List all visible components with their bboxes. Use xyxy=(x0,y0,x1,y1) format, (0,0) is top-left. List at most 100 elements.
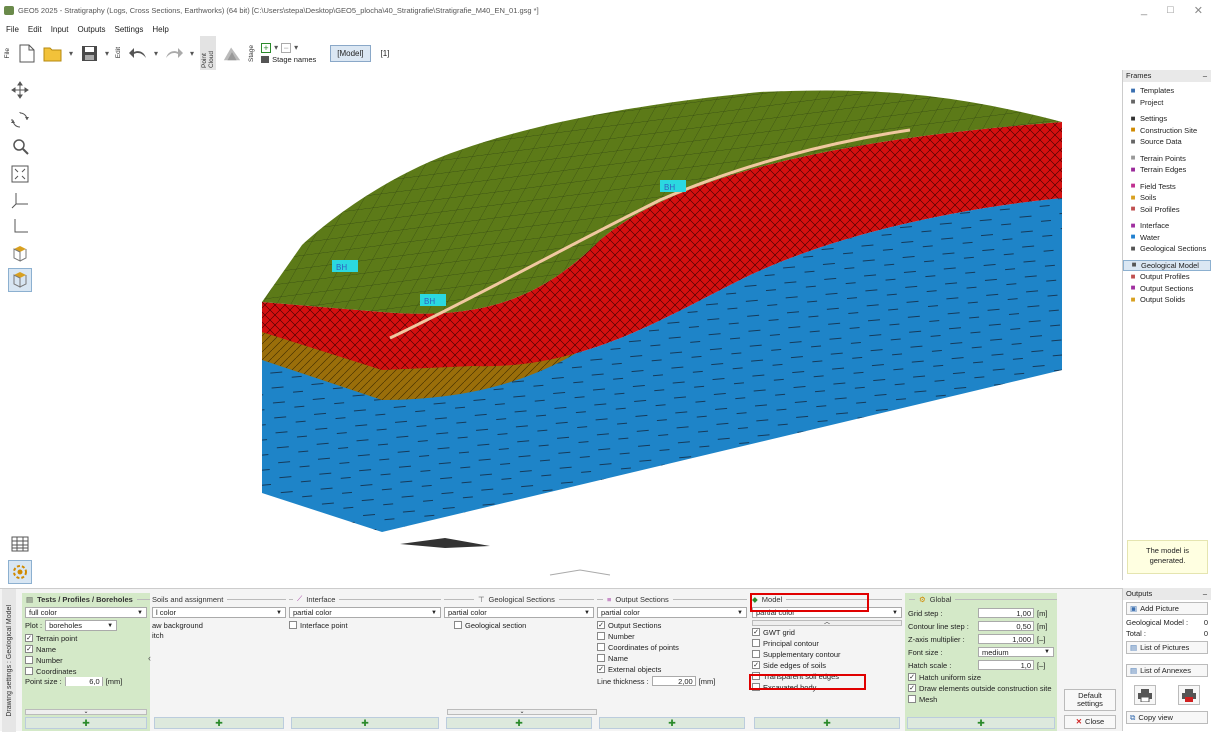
checkbox-unchecked-icon[interactable] xyxy=(454,621,462,629)
geological-model-view[interactable]: BH BH BH xyxy=(40,70,1120,578)
remove-stage-dropdown-icon[interactable]: ▾ xyxy=(294,43,298,52)
print-icon[interactable] xyxy=(1134,685,1156,705)
axes-3d-icon[interactable] xyxy=(8,188,32,212)
checkbox-gwt-grid[interactable]: ✓ GWT grid xyxy=(752,627,902,637)
minimize-button[interactable]: _ xyxy=(1141,4,1147,17)
model-stage-button[interactable]: [Model] xyxy=(330,44,371,62)
checkbox-coordinates[interactable]: Coordinates xyxy=(25,666,147,676)
checkbox-draw-elements-outside-construction-site[interactable]: ✓ Draw elements outside construction site xyxy=(908,683,1057,693)
redo-dropdown-icon[interactable]: ▾ xyxy=(190,49,194,58)
checkbox-unchecked-icon[interactable] xyxy=(25,656,33,664)
geo-sections-add-button[interactable]: ✚ xyxy=(446,717,592,729)
interface-add-button[interactable]: ✚ xyxy=(291,717,439,729)
checkbox-side-edges-of-soils[interactable]: ✓ Side edges of soils xyxy=(752,660,902,670)
model-canvas[interactable]: BH BH BH xyxy=(40,70,1120,578)
checkbox-checked-icon[interactable]: ✓ xyxy=(752,661,760,669)
table-icon[interactable] xyxy=(8,532,32,556)
close-settings-button[interactable]: ✕ Close xyxy=(1064,715,1116,729)
soils-hatch[interactable]: itch xyxy=(152,631,286,640)
tests-add-button[interactable]: ✚ xyxy=(25,717,147,729)
checkbox-unchecked-icon[interactable] xyxy=(752,639,760,647)
save-dropdown-icon[interactable]: ▾ xyxy=(105,49,109,58)
new-file-icon[interactable] xyxy=(17,43,37,63)
undo-icon[interactable] xyxy=(128,43,148,63)
line-thickness-input[interactable]: 2,00 xyxy=(651,676,696,686)
default-settings-button[interactable]: Default settings xyxy=(1064,689,1116,711)
stage-names-button[interactable]: Stage names xyxy=(272,55,316,64)
menu-file[interactable]: File xyxy=(6,25,19,34)
point-cloud-icon[interactable] xyxy=(222,43,242,63)
checkbox-hatch-uniform-size[interactable]: ✓ Hatch uniform size xyxy=(908,672,1057,682)
checkbox-output-sections[interactable]: ✓ Output Sections xyxy=(597,620,747,630)
checkbox-checked-icon[interactable]: ✓ xyxy=(597,665,605,673)
fit-view-icon[interactable] xyxy=(8,162,32,186)
open-dropdown-icon[interactable]: ▾ xyxy=(69,49,73,58)
menu-settings[interactable]: Settings xyxy=(115,25,144,34)
redo-icon[interactable] xyxy=(164,43,184,63)
output-sections-color-select[interactable]: partial color xyxy=(597,607,747,618)
checkbox-checked-icon[interactable]: ✓ xyxy=(597,621,605,629)
checkbox-checked-icon[interactable]: ✓ xyxy=(752,628,760,636)
stage-1-button[interactable]: [1] xyxy=(381,49,390,58)
global-add-button[interactable]: ✚ xyxy=(907,717,1055,729)
tests-collapse-icon[interactable]: ⌄ xyxy=(25,709,147,715)
borehole-marker-3[interactable]: BH xyxy=(660,180,686,192)
soils-color-select[interactable]: l color xyxy=(152,607,286,618)
maximize-button[interactable]: □ xyxy=(1167,4,1174,17)
menu-help[interactable]: Help xyxy=(152,25,168,34)
checkbox-checked-icon[interactable]: ✓ xyxy=(25,645,33,653)
checkbox-geological-section[interactable]: Geological section xyxy=(454,620,594,630)
frame-item-terrain-edges[interactable]: ■ Terrain Edges xyxy=(1123,164,1211,176)
checkbox-unchecked-icon[interactable] xyxy=(597,632,605,640)
checkbox-number[interactable]: Number xyxy=(597,631,747,641)
global-row-input[interactable]: 0,50 xyxy=(978,621,1034,631)
model-add-button[interactable]: ✚ xyxy=(754,717,900,729)
plot-select[interactable]: boreholes xyxy=(45,620,118,631)
save-icon[interactable] xyxy=(79,43,99,63)
output-sections-add-button[interactable]: ✚ xyxy=(599,717,745,729)
checkbox-checked-icon[interactable]: ✓ xyxy=(908,684,916,692)
add-stage-dropdown-icon[interactable]: ▾ xyxy=(274,43,278,52)
move-view-icon[interactable] xyxy=(8,78,32,102)
checkbox-terrain-point[interactable]: ✓ Terrain point xyxy=(25,633,147,643)
frame-item-output-sections[interactable]: ■ Output Sections xyxy=(1123,283,1211,295)
checkbox-unchecked-icon[interactable] xyxy=(597,654,605,662)
checkbox-name[interactable]: ✓ Name xyxy=(25,644,147,654)
copy-view-button[interactable]: ⧉ Copy view xyxy=(1126,711,1208,724)
view-solid-icon[interactable] xyxy=(8,268,32,292)
checkbox-unchecked-icon[interactable] xyxy=(597,643,605,651)
axes-2d-icon[interactable] xyxy=(8,214,32,238)
frame-item-soil-profiles[interactable]: ■ Soil Profiles xyxy=(1123,204,1211,216)
undo-dropdown-icon[interactable]: ▾ xyxy=(154,49,158,58)
soils-draw-background[interactable]: aw background xyxy=(152,621,286,630)
hatch-scale-input[interactable]: 1,0 xyxy=(978,660,1034,670)
output-sections-collapse-icon[interactable]: ⌄ xyxy=(447,709,597,715)
frame-item-interface[interactable]: ■ Interface xyxy=(1123,220,1211,232)
point-size-input[interactable]: 6,0 xyxy=(64,677,103,686)
tests-color-select[interactable]: full color xyxy=(25,607,147,618)
checkbox-supplementary-contour[interactable]: Supplementary contour xyxy=(752,649,902,659)
rotate-view-icon[interactable] xyxy=(8,108,32,132)
menu-input[interactable]: Input xyxy=(51,25,69,34)
checkbox-unchecked-icon[interactable] xyxy=(25,667,33,675)
zoom-icon[interactable] xyxy=(8,134,32,158)
menu-edit[interactable]: Edit xyxy=(28,25,42,34)
borehole-marker-1[interactable]: BH xyxy=(332,260,358,272)
soils-scroll-left-icon[interactable]: ‹ xyxy=(148,653,151,663)
global-row-input[interactable]: 1,000 xyxy=(978,634,1034,644)
font-size-select[interactable]: medium ▼ xyxy=(978,647,1054,657)
remove-stage-icon[interactable]: − xyxy=(281,42,292,53)
global-row-input[interactable]: 1,00 xyxy=(978,608,1034,618)
geo-sections-color-select[interactable]: partial color xyxy=(444,607,594,618)
frame-item-templates[interactable]: ■ Templates xyxy=(1123,85,1211,97)
checkbox-unchecked-icon[interactable] xyxy=(289,621,297,629)
close-window-button[interactable]: ✕ xyxy=(1194,4,1203,17)
checkbox-unchecked-icon[interactable] xyxy=(908,695,916,703)
checkbox-checked-icon[interactable]: ✓ xyxy=(908,673,916,681)
frame-item-source-data[interactable]: ■ Source Data xyxy=(1123,136,1211,148)
frame-item-field-tests[interactable]: ■ Field Tests xyxy=(1123,181,1211,193)
add-stage-icon[interactable]: + xyxy=(261,42,272,53)
checkbox-external-objects[interactable]: ✓ External objects xyxy=(597,664,747,674)
frame-item-soils[interactable]: ■ Soils xyxy=(1123,192,1211,204)
checkbox-mesh[interactable]: Mesh xyxy=(908,694,1057,704)
